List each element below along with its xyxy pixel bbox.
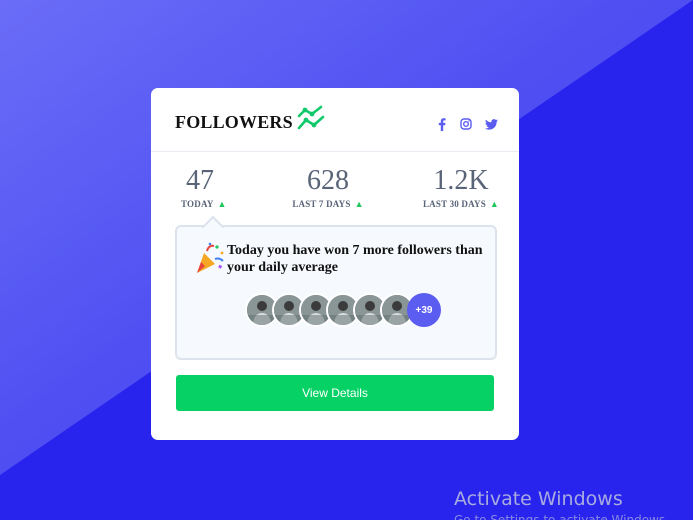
stat-value: 1.2K <box>433 165 489 196</box>
arrow-up-icon: ▲ <box>489 199 500 209</box>
panel-pointer <box>201 215 225 239</box>
stat-value: 47 <box>186 165 214 196</box>
card-title: FOLLOWERS <box>175 112 293 132</box>
stat-last-7-days: 628 LAST 7 DAYS ▲ <box>288 165 368 210</box>
achievement-message: Today you have won 7 more followers than… <box>227 243 483 275</box>
stat-value: 628 <box>307 165 349 196</box>
view-details-button[interactable]: View Details <box>176 375 494 411</box>
stat-label-text: TODAY <box>181 199 214 209</box>
facebook-icon[interactable] <box>434 116 450 132</box>
twitter-icon[interactable] <box>483 116 499 132</box>
stat-today: 47 TODAY ▲ <box>181 165 227 210</box>
activate-windows-watermark: Activate Windows <box>454 488 623 510</box>
more-followers-badge[interactable]: +39 <box>407 293 441 327</box>
stat-label: LAST 30 DAYS ▲ <box>421 199 501 209</box>
achievement-panel: Today you have won 7 more followers than… <box>175 215 497 360</box>
stat-label-text: LAST 30 DAYS <box>422 199 486 209</box>
arrow-up-icon: ▲ <box>354 199 364 209</box>
trend-line-icon <box>297 105 325 130</box>
arrow-up-icon: ▲ <box>217 199 227 209</box>
stat-last-30-days: 1.2K LAST 30 DAYS ▲ <box>421 165 501 210</box>
party-popper-icon <box>197 242 224 273</box>
activate-windows-subtext: Go to Settings to activate Windows. <box>454 513 669 520</box>
stat-label: LAST 7 DAYS ▲ <box>288 199 368 209</box>
stat-label-text: LAST 7 DAYS <box>292 199 351 209</box>
stat-label: TODAY ▲ <box>181 199 227 209</box>
followers-card: FOLLOWERS 47 TODAY ▲ 628 LAST 7 DAYS ▲ 1.2… <box>151 88 519 440</box>
divider <box>151 151 519 152</box>
instagram-icon[interactable] <box>458 116 474 132</box>
